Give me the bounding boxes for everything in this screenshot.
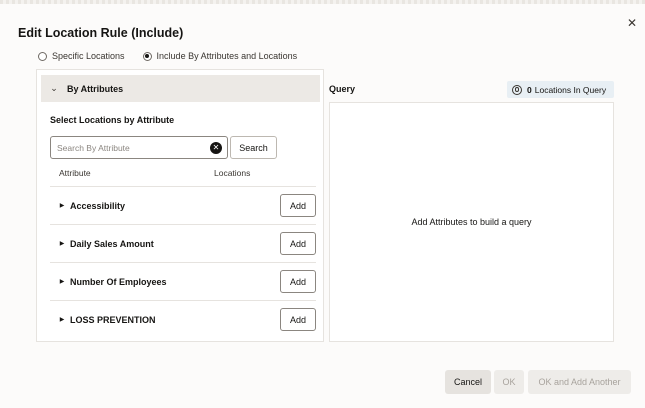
caret-right-icon[interactable]: ▶ xyxy=(54,278,70,285)
radio-indicator-selected xyxy=(142,51,152,61)
cancel-button[interactable]: Cancel xyxy=(445,370,491,394)
query-empty-text: Add Attributes to build a query xyxy=(411,217,532,227)
caret-right-icon[interactable]: ▶ xyxy=(54,240,70,247)
chevron-down-icon: ⌄ xyxy=(50,83,58,93)
query-area: Add Attributes to build a query xyxy=(329,102,614,342)
list-item: ▶ LOSS PREVENTION Add xyxy=(50,300,316,338)
target-icon xyxy=(512,84,522,95)
list-item: ▶ Daily Sales Amount Add xyxy=(50,224,316,262)
add-button[interactable]: Add xyxy=(280,194,316,217)
radio-label: Specific Locations xyxy=(52,51,125,61)
radio-indicator xyxy=(38,51,47,61)
select-label: Select Locations by Attribute xyxy=(50,115,175,125)
list-item: ▶ Accessibility Add xyxy=(50,186,316,224)
column-attribute: Attribute xyxy=(59,168,91,178)
caret-right-icon[interactable]: ▶ xyxy=(54,202,70,209)
attribute-list: ▶ Accessibility Add ▶ Daily Sales Amount… xyxy=(50,186,316,338)
radio-label: Include By Attributes and Locations xyxy=(156,51,298,61)
add-button[interactable]: Add xyxy=(280,232,316,255)
attributes-panel: ⌄ By Attributes Select Locations by Attr… xyxy=(36,69,324,342)
clear-icon[interactable]: ✕ xyxy=(210,142,222,154)
list-item: ▶ Number Of Employees Add xyxy=(50,262,316,300)
ok-button[interactable]: OK xyxy=(494,370,524,394)
search-field: ✕ xyxy=(50,136,228,159)
ok-and-add-another-button[interactable]: OK and Add Another xyxy=(528,370,631,394)
section-title: By Attributes xyxy=(67,83,124,94)
mode-radio-group: Specific Locations Include By Attributes… xyxy=(38,51,315,61)
attribute-name: Accessibility xyxy=(70,200,126,211)
attribute-name: LOSS PREVENTION xyxy=(70,314,156,325)
add-button[interactable]: Add xyxy=(280,308,316,331)
query-label: Query xyxy=(329,84,356,94)
dialog-title: Edit Location Rule (Include) xyxy=(18,26,184,40)
locations-count: 0 xyxy=(527,84,532,95)
attribute-name: Daily Sales Amount xyxy=(70,238,154,249)
close-icon[interactable]: ✕ xyxy=(624,15,640,31)
by-attributes-header[interactable]: ⌄ By Attributes xyxy=(41,75,320,102)
column-locations: Locations xyxy=(214,168,251,178)
locations-count-suffix: Locations In Query xyxy=(534,84,607,95)
search-button[interactable]: Search xyxy=(230,136,277,159)
caret-right-icon[interactable]: ▶ xyxy=(54,316,70,323)
radio-include-by-attributes[interactable]: Include By Attributes and Locations xyxy=(142,51,298,61)
attribute-name: Number Of Employees xyxy=(70,276,167,287)
search-input[interactable] xyxy=(57,137,207,158)
radio-specific-locations[interactable]: Specific Locations xyxy=(38,51,125,61)
top-strip xyxy=(0,0,645,4)
locations-count-badge: 0 Locations In Query xyxy=(507,81,614,98)
add-button[interactable]: Add xyxy=(280,270,316,293)
